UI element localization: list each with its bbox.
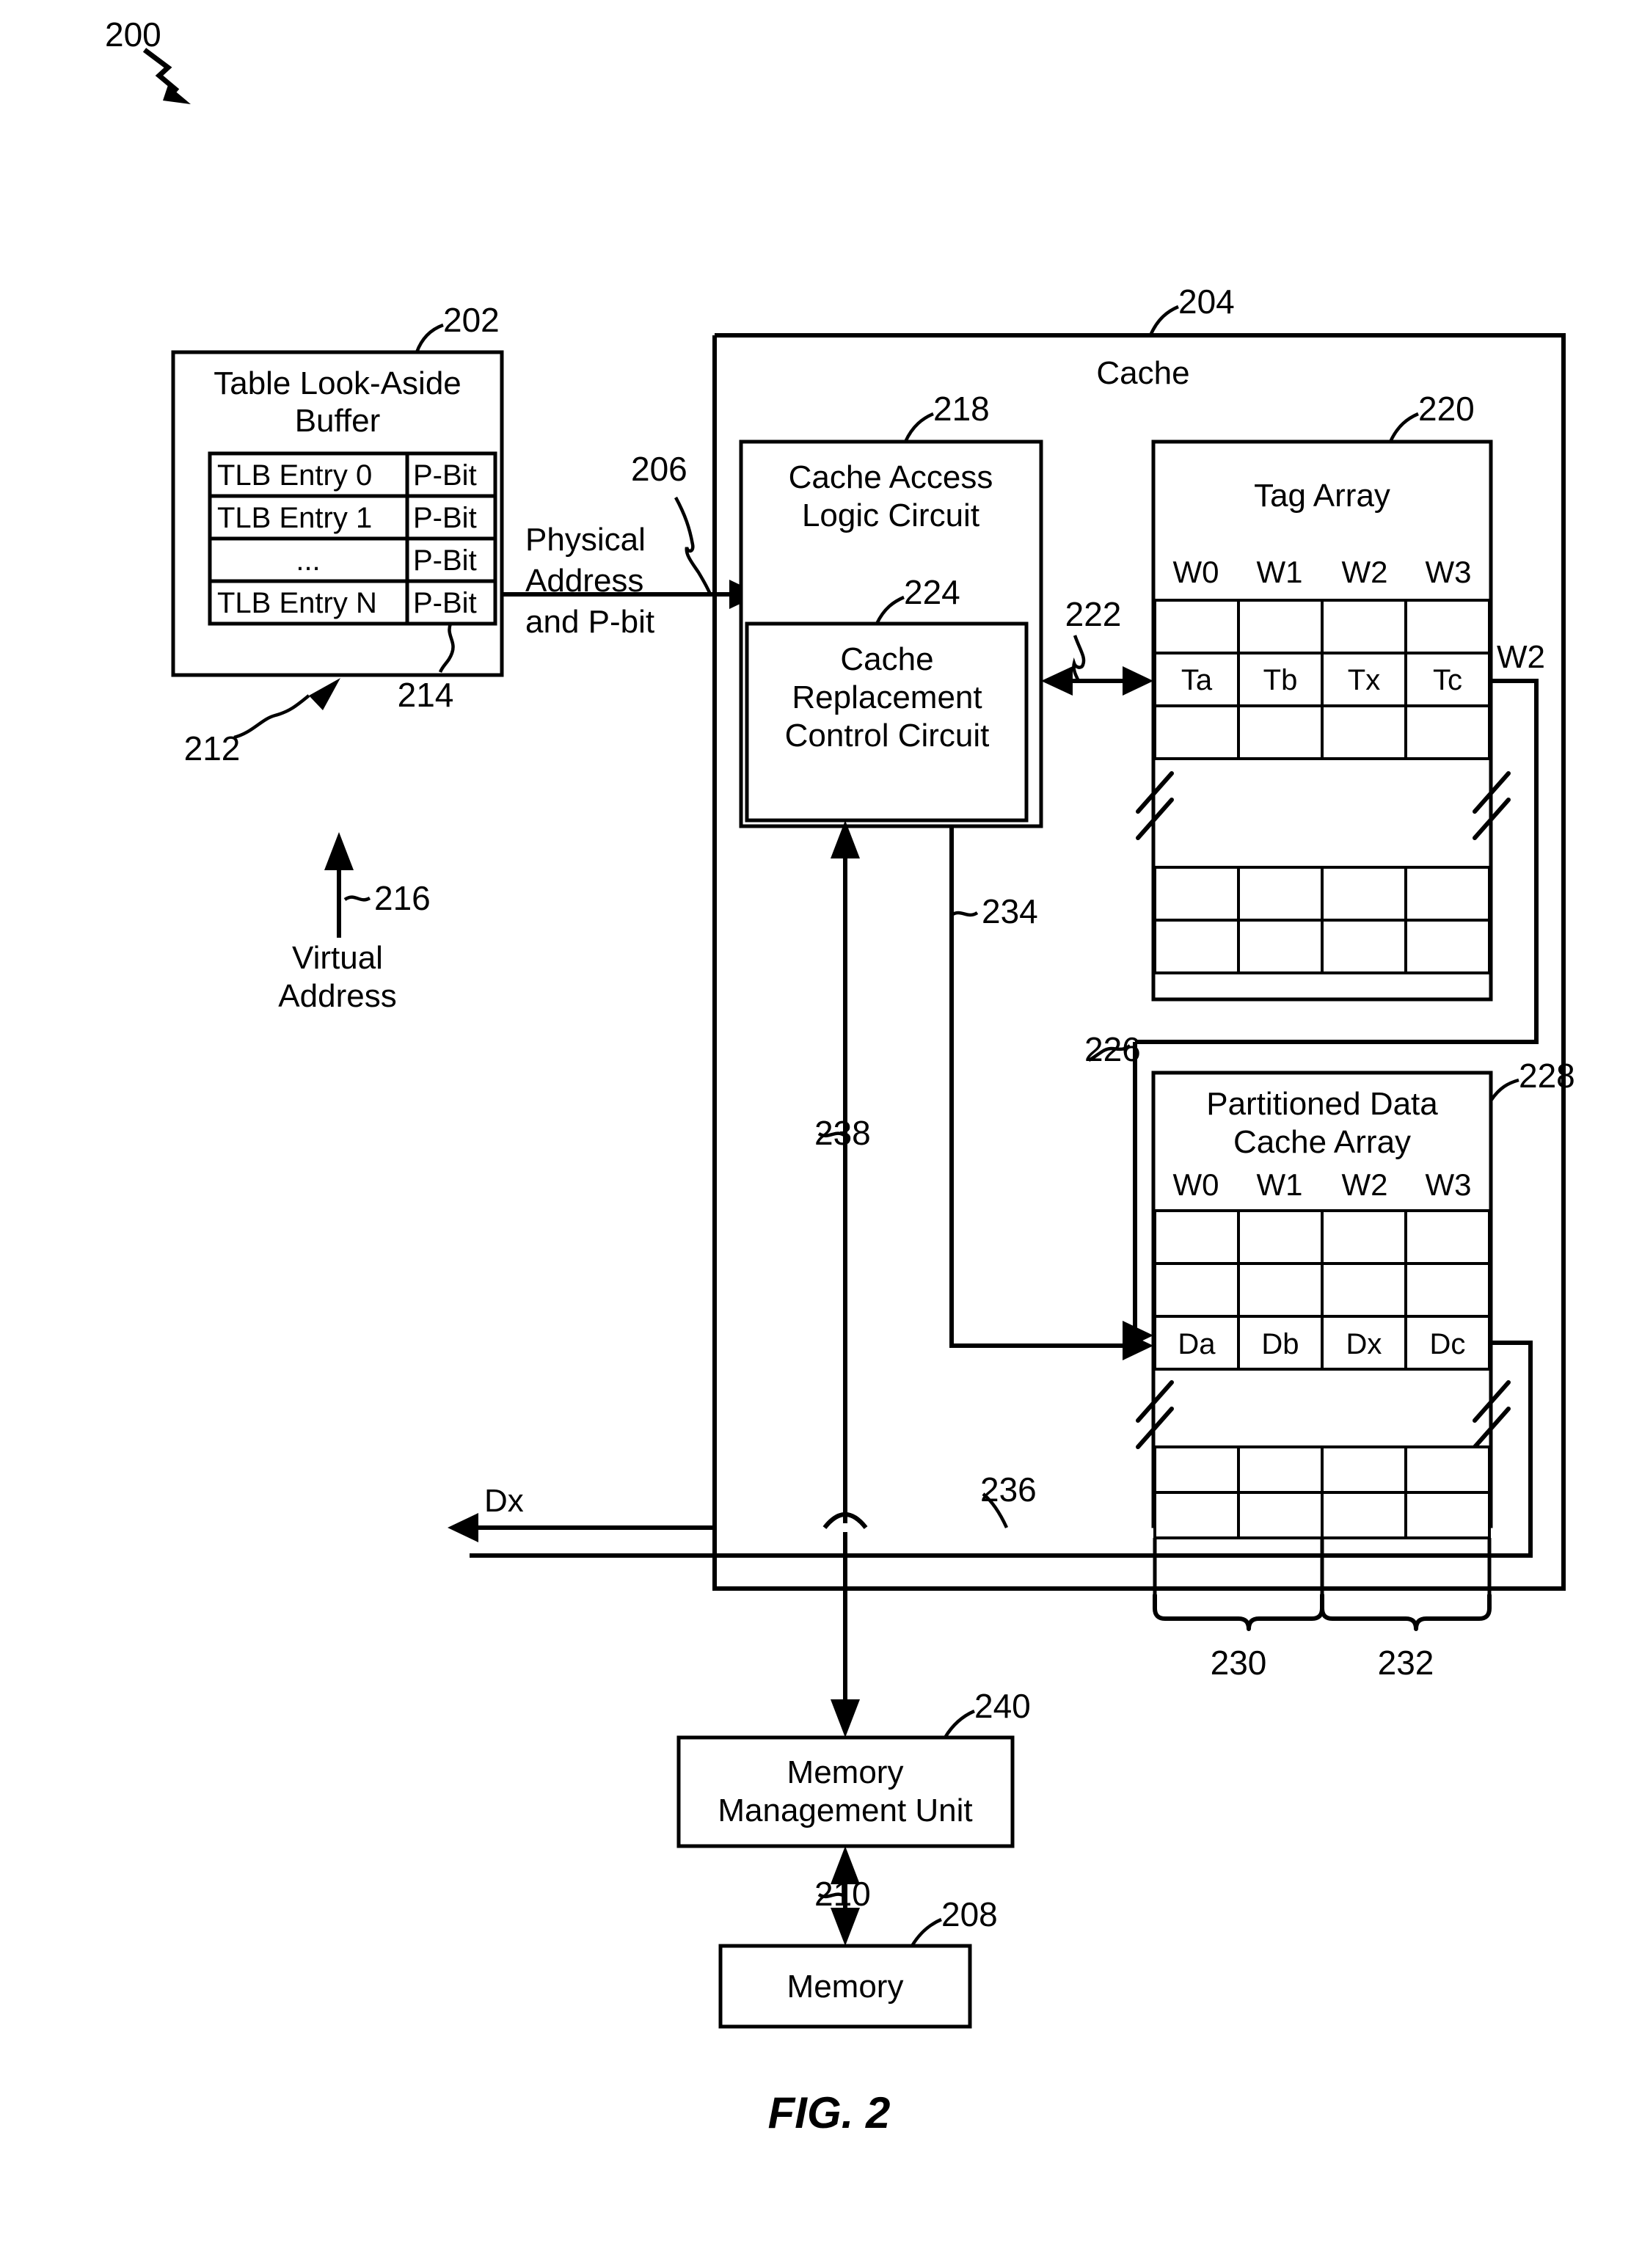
- ref-226-label: 226: [1084, 1030, 1141, 1068]
- diagram-canvas: 200 202 Table Look-Aside Buffer TLB Entr…: [105, 15, 1575, 2137]
- cache-label: Cache: [1096, 355, 1189, 391]
- data-array-title-line2: Cache Array: [1233, 1124, 1411, 1160]
- virtual-address-line1: Virtual: [292, 940, 383, 976]
- memory-block: 208 Memory: [718, 1895, 998, 2029]
- tlb-title-line1: Table Look-Aside: [214, 365, 461, 401]
- tlb-row-3-entry: TLB Entry N: [217, 587, 377, 619]
- mmu-to-replacement-control: 238: [814, 820, 871, 1738]
- tag-array-way-2: W2: [1342, 555, 1388, 589]
- ref-234-label: 234: [982, 892, 1038, 930]
- cache-access-logic-line1: Cache Access: [789, 459, 993, 495]
- tag-array-way-3: W3: [1426, 555, 1472, 589]
- ref-228-label: 228: [1519, 1057, 1575, 1095]
- virtual-address-line2: Address: [278, 978, 396, 1014]
- ref-222-label: 222: [1065, 595, 1122, 633]
- ref-200-label: 200: [105, 15, 161, 54]
- ref-224-label: 224: [904, 573, 960, 611]
- physical-address-line1: Physical: [525, 522, 646, 558]
- tag-cell-w3: Tc: [1433, 664, 1462, 696]
- ref-214-label: 214: [398, 676, 454, 714]
- data-cell-w1: Db: [1261, 1328, 1299, 1360]
- data-output-label: Dx: [484, 1483, 524, 1519]
- replacement-control-to-data-array: 234: [949, 826, 1153, 1360]
- data-array-title-line1: Partitioned Data: [1206, 1086, 1438, 1122]
- mmu-title-line2: Management Unit: [718, 1793, 972, 1828]
- physical-address-line3: and P-bit: [525, 604, 654, 640]
- ref-236-label: 236: [980, 1470, 1037, 1509]
- patent-figure-2: 200 202 Table Look-Aside Buffer TLB Entr…: [0, 0, 1631, 2268]
- data-cell-w3: Dc: [1430, 1328, 1466, 1360]
- mmu-title-line1: Memory: [787, 1754, 904, 1790]
- ref-212-label: 212: [184, 729, 241, 767]
- figure-caption: FIG. 2: [768, 2088, 891, 2137]
- tag-hit-way-label: W2: [1497, 639, 1545, 675]
- tag-cell-w2: Tx: [1348, 664, 1380, 696]
- tlb-entry-table: TLB Entry 0 P-Bit TLB Entry 1 P-Bit ... …: [208, 451, 497, 626]
- tag-bus-222: 222: [1041, 595, 1153, 696]
- tlb-row-0-pbit: P-Bit: [413, 459, 477, 492]
- ref-232-label: 232: [1378, 1644, 1434, 1682]
- physical-address-signal: Physical Address and P-bit 206: [502, 450, 760, 640]
- ref-218-label: 218: [933, 390, 990, 428]
- partition-braces: 230 232: [1153, 1538, 1492, 1682]
- data-array-way-1: W1: [1257, 1167, 1303, 1202]
- ref-210-label: 210: [814, 1875, 871, 1913]
- data-array-way-2: W2: [1342, 1167, 1388, 1202]
- ref-204-label: 204: [1178, 282, 1235, 321]
- ref-206-label: 206: [631, 450, 687, 488]
- ref-202-label: 202: [443, 301, 500, 339]
- cache-access-logic-line2: Logic Circuit: [802, 497, 979, 533]
- partitioned-data-cache-array-block: 228 Partitioned Data Cache Array W0 W1 W…: [1136, 1057, 1575, 1539]
- cache-access-logic-circuit: 218 Cache Access Logic Circuit 224 Cache…: [739, 390, 1043, 828]
- memory-title: Memory: [787, 1969, 904, 2005]
- tlb-row-1-pbit: P-Bit: [413, 502, 477, 534]
- data-array-way-3: W3: [1426, 1167, 1472, 1202]
- data-cell-w2: Dx: [1346, 1328, 1382, 1360]
- virtual-address-signal: 216 Virtual Address: [278, 832, 431, 1014]
- tlb-row-0-entry: TLB Entry 0: [217, 459, 372, 492]
- physical-address-line2: Address: [525, 563, 643, 599]
- tag-array-way-0: W0: [1173, 555, 1219, 589]
- ref-220-label: 220: [1418, 390, 1475, 428]
- ref-208-label: 208: [941, 1895, 998, 1933]
- crc-line2: Replacement: [792, 679, 982, 715]
- ref-230-label: 230: [1211, 1644, 1267, 1682]
- tag-array-way-1: W1: [1257, 555, 1303, 589]
- tlb-row-2-pbit: P-Bit: [413, 544, 477, 577]
- ref-240-label: 240: [974, 1687, 1031, 1725]
- ref-216-label: 216: [374, 879, 431, 917]
- tag-cell-w0: Ta: [1181, 664, 1213, 696]
- data-array-way-0: W0: [1173, 1167, 1219, 1202]
- tlb-row-3-pbit: P-Bit: [413, 587, 477, 619]
- mmu-memory-bus: 210: [814, 1846, 871, 1946]
- tlb-block: 202 Table Look-Aside Buffer TLB Entry 0 …: [171, 301, 504, 767]
- root-reference-200: 200: [105, 15, 191, 104]
- data-bus-226: 226: [1084, 1030, 1153, 1350]
- tlb-title-line2: Buffer: [295, 403, 381, 439]
- tlb-row-1-entry: TLB Entry 1: [217, 502, 372, 534]
- tag-cell-w1: Tb: [1263, 664, 1298, 696]
- tag-array-block: 220 Tag Array W0 W1 W2 W3 Ta Tb Tx Tc: [1136, 390, 1511, 1002]
- tlb-row-2-entry: ...: [296, 544, 320, 577]
- ref-238-label: 238: [814, 1114, 871, 1152]
- crc-line1: Cache: [840, 641, 933, 677]
- tag-array-title: Tag Array: [1254, 478, 1390, 514]
- data-cell-w0: Da: [1178, 1328, 1216, 1360]
- crc-line3: Control Circuit: [785, 718, 990, 754]
